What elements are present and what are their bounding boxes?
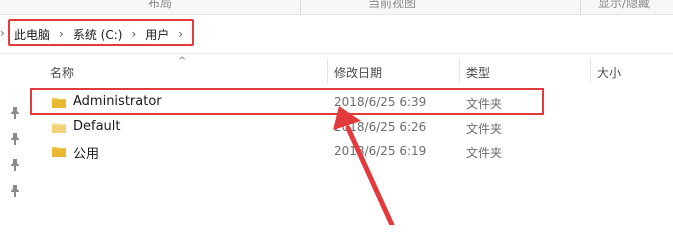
file-name: Default [73, 119, 121, 134]
pin-icon[interactable] [10, 185, 20, 197]
address-bar[interactable]: › 此电脑 › 系统 (C:) › 用户 › [0, 17, 673, 54]
file-type: 文件夹 [466, 146, 503, 160]
ribbon-group-current-view[interactable]: 当前视图 [368, 0, 416, 11]
pin-icon[interactable] [10, 159, 20, 171]
column-header-row: ^ 名称 修改日期 类型 大小 [0, 56, 673, 84]
column-divider[interactable] [459, 58, 460, 84]
ribbon-divider [580, 0, 581, 14]
ribbon: 布局 当前视图 显示/隐藏 [0, 0, 673, 15]
list-item-default[interactable]: Default 2018/6/25 6:26 文件夹 [30, 115, 540, 139]
sort-ascending-icon: ^ [178, 56, 187, 67]
column-header-name[interactable]: 名称 [50, 64, 74, 81]
ribbon-divider [300, 0, 301, 14]
column-header-date[interactable]: 修改日期 [334, 64, 382, 81]
pin-icon[interactable] [10, 133, 20, 145]
file-name: 公用 [73, 147, 100, 162]
modified-date: 2018/6/25 6:19 [334, 144, 427, 158]
breadcrumb-highlight-box [8, 19, 194, 46]
modified-date: 2018/6/25 6:26 [334, 120, 427, 134]
column-divider[interactable] [590, 58, 591, 84]
ribbon-group-show-hide[interactable]: 显示/隐藏 [598, 0, 650, 11]
chevron-right-icon: › [0, 26, 5, 40]
column-header-type[interactable]: 类型 [466, 64, 490, 81]
pin-icon[interactable] [10, 107, 20, 119]
column-header-size[interactable]: 大小 [597, 64, 621, 81]
folder-icon [52, 147, 66, 157]
ribbon-group-layout[interactable]: 布局 [148, 0, 172, 11]
list-item-public[interactable]: 公用 2018/6/25 6:19 文件夹 [30, 139, 540, 163]
row-highlight-box [30, 88, 544, 115]
file-type: 文件夹 [466, 122, 503, 136]
folder-icon [52, 123, 66, 133]
column-divider[interactable] [327, 58, 328, 84]
